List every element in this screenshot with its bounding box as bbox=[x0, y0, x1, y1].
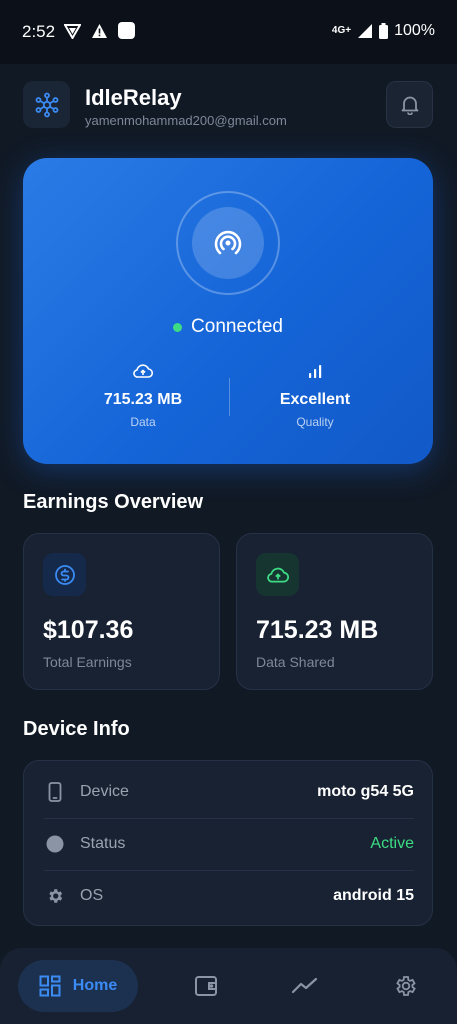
nav-stats[interactable] bbox=[291, 972, 319, 1000]
status-dot bbox=[173, 322, 183, 332]
os-row: OS android 15 bbox=[44, 870, 414, 922]
quality-label: Quality bbox=[296, 415, 334, 429]
data-label: Data bbox=[130, 415, 156, 429]
earnings-title: Earnings Overview bbox=[23, 491, 204, 513]
data-stat: 715.23 MB Data bbox=[43, 363, 243, 429]
status-key: Status bbox=[80, 835, 126, 852]
battery-icon bbox=[379, 23, 389, 39]
settings-icon bbox=[396, 976, 416, 996]
device-key: Device bbox=[80, 783, 129, 800]
connection-ring[interactable] bbox=[176, 191, 280, 295]
hub-icon bbox=[35, 92, 58, 117]
nav-home[interactable]: Home bbox=[18, 960, 138, 1012]
quality-stat: Excellent Quality bbox=[215, 363, 415, 429]
home-grid-icon bbox=[39, 975, 61, 997]
total-earnings-value: $107.36 bbox=[43, 616, 134, 644]
phone-icon bbox=[48, 782, 62, 802]
connection-toggle[interactable] bbox=[192, 207, 264, 279]
app-logo bbox=[23, 81, 70, 128]
app-icon bbox=[118, 22, 135, 39]
battery-percent: 100% bbox=[394, 22, 435, 39]
connection-status: Connected bbox=[23, 316, 433, 338]
quality-value: Excellent bbox=[279, 391, 351, 408]
bell-icon bbox=[401, 96, 418, 115]
os-value: android 15 bbox=[333, 887, 414, 904]
trending-icon bbox=[291, 977, 318, 994]
warning-icon bbox=[92, 23, 107, 38]
app-title: IdleRelay bbox=[85, 85, 182, 110]
total-earnings-card[interactable]: $107.36 Total Earnings bbox=[23, 533, 220, 690]
status-value: Active bbox=[370, 835, 414, 852]
wallet-icon bbox=[195, 976, 217, 996]
signal-bars-icon bbox=[309, 365, 322, 378]
shield-icon bbox=[64, 23, 81, 39]
data-value: 715.23 MB bbox=[103, 391, 183, 408]
earnings-icon-box bbox=[43, 553, 86, 596]
dollar-icon bbox=[54, 564, 75, 585]
header: IdleRelay yamenmohammad200@gmail.com bbox=[23, 81, 433, 129]
status-bar: 2:52 4G+ 100% bbox=[0, 0, 457, 64]
notification-icons bbox=[64, 22, 135, 39]
connection-card[interactable]: Connected 715.23 MB Data Excellent Quali… bbox=[23, 158, 433, 464]
status-row: Status Active bbox=[44, 818, 414, 870]
system-icons: 4G+ 100% bbox=[332, 22, 435, 40]
notifications-button[interactable] bbox=[386, 81, 433, 128]
broadcast-icon bbox=[214, 230, 242, 255]
network-type: 4G+ bbox=[331, 25, 352, 36]
device-value: moto g54 5G bbox=[317, 783, 414, 800]
connection-status-text: Connected bbox=[191, 316, 283, 337]
device-row: Device moto g54 5G bbox=[44, 766, 414, 818]
data-shared-icon-box bbox=[256, 553, 299, 596]
device-info-title: Device Info bbox=[23, 718, 130, 740]
gear-icon bbox=[49, 889, 63, 903]
user-email: yamenmohammad200@gmail.com bbox=[85, 113, 287, 128]
cloud-upload-icon bbox=[266, 567, 289, 582]
nav-wallet[interactable] bbox=[192, 972, 220, 1000]
data-shared-card[interactable]: 715.23 MB Data Shared bbox=[236, 533, 433, 690]
status-circle-icon bbox=[46, 835, 64, 853]
data-shared-label: Data Shared bbox=[256, 654, 335, 670]
nav-home-label: Home bbox=[72, 977, 118, 994]
nav-settings[interactable] bbox=[391, 972, 419, 1000]
status-time: 2:52 bbox=[22, 22, 56, 41]
os-key: OS bbox=[80, 887, 104, 904]
total-earnings-label: Total Earnings bbox=[43, 654, 132, 670]
bottom-nav: Home bbox=[0, 948, 457, 1024]
cloud-upload-icon bbox=[133, 364, 153, 378]
signal-icon bbox=[358, 24, 373, 38]
device-info-card: Device moto g54 5G Status Active OS andr… bbox=[23, 760, 433, 926]
data-shared-value: 715.23 MB bbox=[256, 616, 379, 644]
